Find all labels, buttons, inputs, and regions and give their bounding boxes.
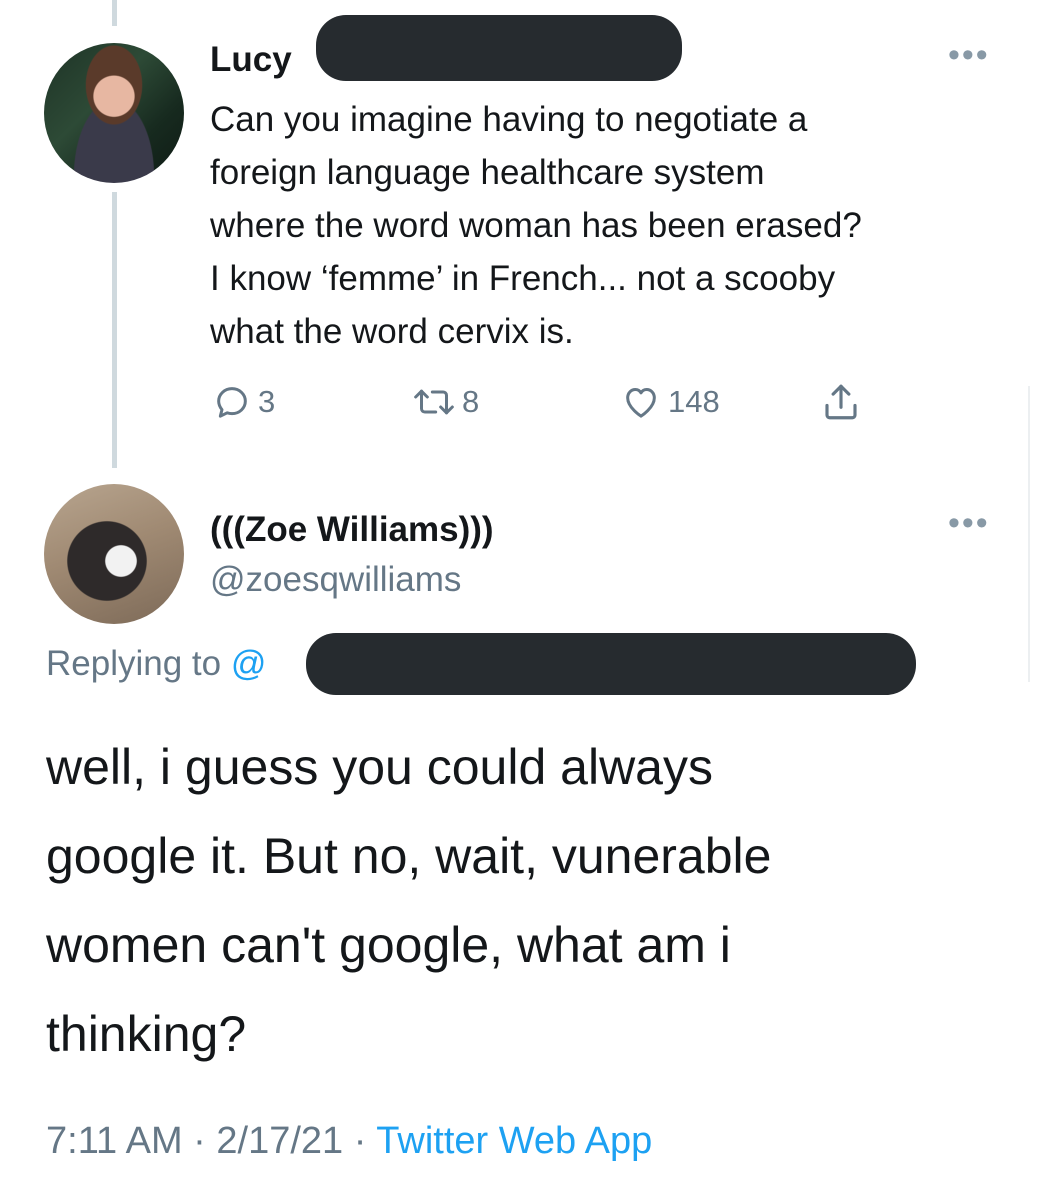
avatar-lucy[interactable] — [44, 43, 184, 183]
reply-count: 3 — [258, 384, 276, 419]
like-count: 148 — [668, 384, 720, 419]
tweet-date[interactable]: 2/17/21 — [216, 1120, 343, 1162]
reply-button[interactable]: 3 — [212, 380, 275, 424]
meta-separator: · — [353, 1120, 367, 1162]
retweet-count: 8 — [462, 384, 480, 419]
tweet-thread: Lucy ••• Can you imagine having to negot… — [0, 0, 1038, 1200]
tweet-text: well, i guess you could always google it… — [46, 739, 772, 1062]
heart-icon — [626, 388, 656, 418]
author-name[interactable]: (((Zoe Williams))) — [210, 510, 494, 550]
share-icon — [825, 384, 857, 420]
more-horizontal-icon[interactable]: ••• — [948, 38, 990, 72]
redaction-bar — [316, 15, 682, 81]
scrollbar-track — [1028, 386, 1030, 682]
tweet-source[interactable]: Twitter Web App — [376, 1120, 652, 1162]
replying-to-mention[interactable]: @ — [231, 644, 267, 683]
retweet-button[interactable]: 8 — [412, 380, 479, 424]
redaction-bar — [306, 633, 916, 695]
tweet-meta: 7:11 AM · 2/17/21 · Twitter Web App — [46, 1120, 652, 1163]
like-button[interactable]: 148 — [620, 380, 720, 424]
avatar-zoe[interactable] — [44, 484, 184, 624]
tweet-text: Can you imagine having to negotiate a fo… — [210, 100, 862, 351]
tweet-time[interactable]: 7:11 AM — [46, 1120, 183, 1162]
replying-to: Replying to @ — [46, 644, 266, 684]
share-button[interactable] — [820, 380, 862, 424]
more-horizontal-icon[interactable]: ••• — [948, 506, 990, 540]
replying-to-label: Replying to — [46, 644, 222, 683]
thread-line — [112, 0, 117, 26]
author-handle[interactable]: @zoesqwilliams — [210, 560, 461, 600]
meta-separator: · — [193, 1120, 206, 1162]
author-name[interactable]: Lucy — [210, 40, 292, 80]
thread-line — [112, 192, 117, 468]
reply-icon — [217, 387, 247, 418]
retweet-icon — [414, 389, 454, 415]
